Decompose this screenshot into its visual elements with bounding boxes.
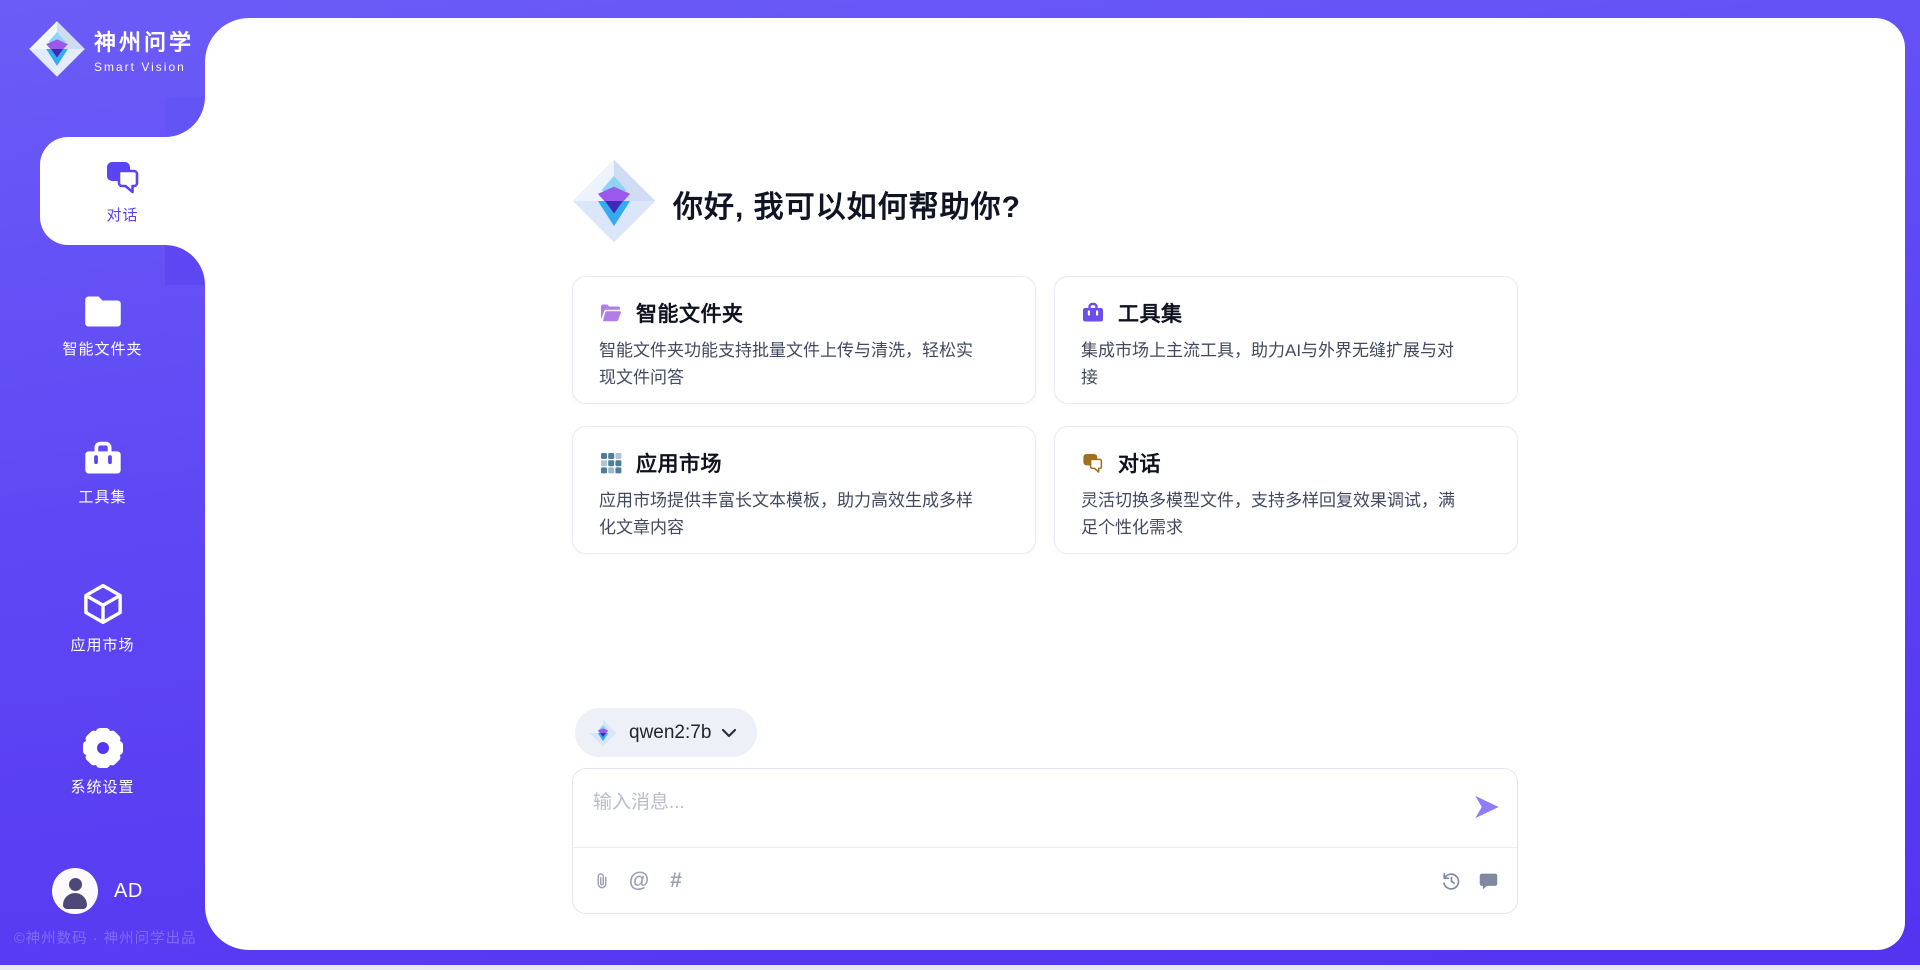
composer-toolbar: @ # bbox=[591, 861, 1499, 901]
card-toolkit[interactable]: 工具集 集成市场上主流工具，助力AI与外界无缝扩展与对接 bbox=[1054, 276, 1518, 404]
folder-open-icon bbox=[599, 301, 623, 325]
brand-subtitle: Smart Vision bbox=[94, 60, 194, 74]
briefcase-icon bbox=[82, 438, 124, 478]
card-description: 灵活切换多模型文件，支持多样回复效果调试，满足个性化需求 bbox=[1081, 487, 1491, 541]
attachment-button[interactable] bbox=[591, 870, 613, 892]
main-panel: 你好, 我可以如何帮助你? 智能文件夹 智能文件夹功能支持批量文件上传与清洗，轻… bbox=[205, 18, 1905, 950]
send-button[interactable] bbox=[1473, 793, 1501, 821]
card-title: 对话 bbox=[1118, 448, 1161, 478]
chat-bubbles-icon bbox=[1081, 451, 1105, 475]
sidebar-item-label: 对话 bbox=[106, 204, 138, 225]
card-title: 应用市场 bbox=[636, 448, 722, 478]
briefcase-icon bbox=[1081, 301, 1105, 325]
avatar bbox=[52, 868, 98, 914]
sidebar-item-app-market[interactable]: 应用市场 bbox=[0, 582, 205, 655]
card-description: 智能文件夹功能支持批量文件上传与清洗，轻松实现文件问答 bbox=[599, 337, 1009, 391]
model-diamond-icon bbox=[589, 719, 617, 747]
greeting-text: 你好, 我可以如何帮助你? bbox=[673, 182, 1021, 226]
bottom-edge-strip bbox=[0, 965, 1920, 970]
tab-connector-bottom bbox=[165, 245, 205, 285]
sidebar: 神州问学 Smart Vision 对话 智能文件夹 工具集 应用 bbox=[0, 0, 205, 970]
card-description: 集成市场上主流工具，助力AI与外界无缝扩展与对接 bbox=[1081, 337, 1491, 391]
send-icon bbox=[1473, 793, 1501, 821]
sidebar-item-label: 智能文件夹 bbox=[62, 338, 142, 359]
card-app-market[interactable]: 应用市场 应用市场提供丰富长文本模板，助力高效生成多样化文章内容 bbox=[572, 426, 1036, 554]
hashtag-button[interactable]: # bbox=[665, 870, 687, 892]
chat-bubbles-icon bbox=[103, 157, 143, 197]
model-name: qwen2:7b bbox=[629, 722, 711, 744]
comment-icon bbox=[1478, 871, 1499, 892]
message-input[interactable] bbox=[593, 783, 1453, 823]
user-name: AD bbox=[114, 880, 143, 903]
chevron-down-icon bbox=[721, 728, 737, 738]
composer-divider bbox=[573, 847, 1517, 848]
feedback-button[interactable] bbox=[1477, 870, 1499, 892]
sidebar-item-toolkit[interactable]: 工具集 bbox=[0, 438, 205, 507]
card-smart-folder[interactable]: 智能文件夹 智能文件夹功能支持批量文件上传与清洗，轻松实现文件问答 bbox=[572, 276, 1036, 404]
sidebar-item-label: 系统设置 bbox=[70, 776, 134, 797]
brand-title: 神州问学 bbox=[94, 25, 194, 57]
brand: 神州问学 Smart Vision bbox=[28, 20, 194, 78]
cube-icon bbox=[81, 582, 125, 626]
user-profile[interactable]: AD bbox=[52, 868, 143, 914]
paperclip-icon bbox=[592, 870, 612, 892]
folder-icon bbox=[83, 292, 123, 330]
sidebar-item-label: 应用市场 bbox=[70, 634, 134, 655]
message-composer: @ # bbox=[572, 768, 1518, 914]
card-title: 智能文件夹 bbox=[636, 298, 744, 328]
card-title: 工具集 bbox=[1118, 298, 1183, 328]
sidebar-item-label: 工具集 bbox=[78, 486, 126, 507]
card-description: 应用市场提供丰富长文本模板，助力高效生成多样化文章内容 bbox=[599, 487, 1009, 541]
sidebar-item-smart-folder[interactable]: 智能文件夹 bbox=[0, 292, 205, 359]
mention-button[interactable]: @ bbox=[628, 870, 650, 892]
brand-logo-diamond-icon bbox=[28, 20, 86, 78]
model-selector[interactable]: qwen2:7b bbox=[575, 708, 757, 757]
tab-connector-top bbox=[165, 97, 205, 137]
history-button[interactable] bbox=[1440, 870, 1462, 892]
sidebar-item-chat[interactable]: 对话 bbox=[40, 137, 205, 245]
sidebar-item-settings[interactable]: 系统设置 bbox=[0, 728, 205, 797]
feature-cards: 智能文件夹 智能文件夹功能支持批量文件上传与清洗，轻松实现文件问答 工具集 集成… bbox=[572, 276, 1518, 554]
grid-icon bbox=[599, 451, 623, 475]
greeting-diamond-icon bbox=[571, 158, 657, 244]
history-clock-icon bbox=[1440, 870, 1462, 892]
person-icon bbox=[69, 878, 82, 891]
gear-icon bbox=[83, 728, 123, 768]
copyright-text: ©神州数码 · 神州问学出品 bbox=[14, 927, 197, 948]
card-chat[interactable]: 对话 灵活切换多模型文件，支持多样回复效果调试，满足个性化需求 bbox=[1054, 426, 1518, 554]
